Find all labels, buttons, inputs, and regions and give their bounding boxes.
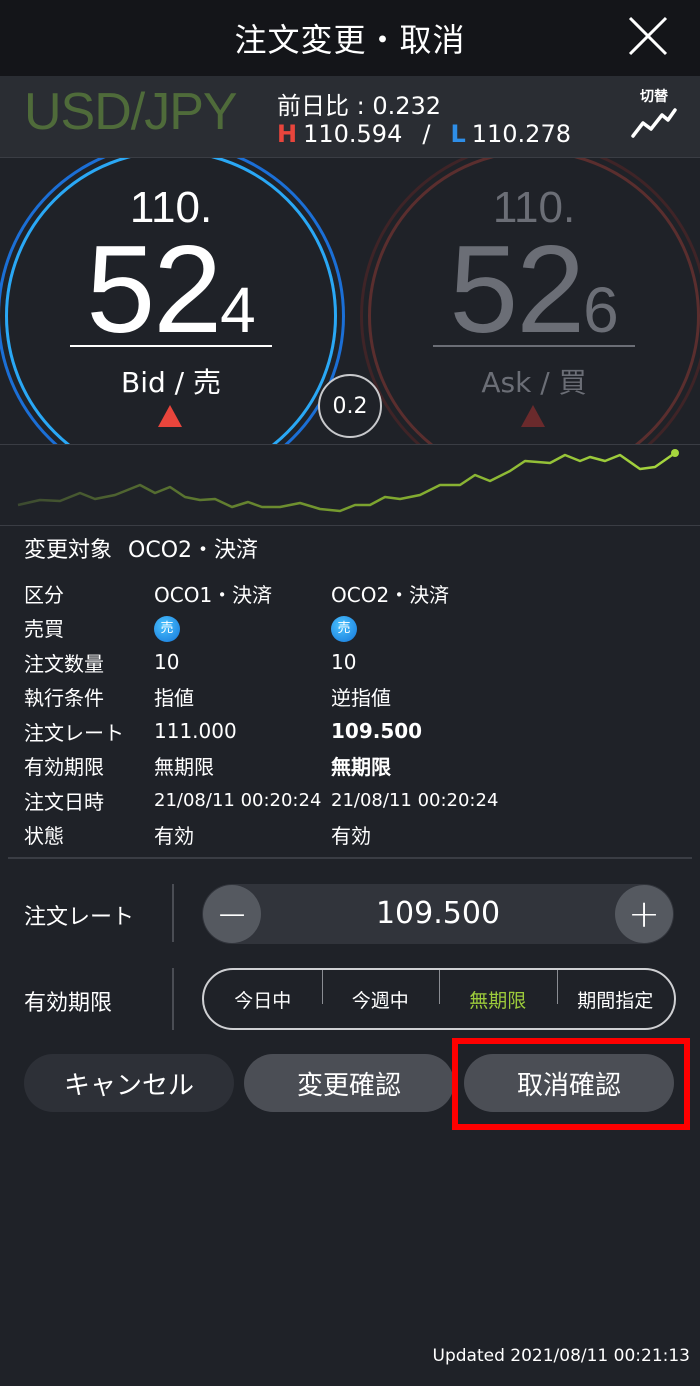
rate-increment-button[interactable]: +: [615, 885, 673, 943]
row-label: 注文レート: [24, 720, 124, 745]
expiry-label: 有効期限: [24, 991, 113, 1016]
row-label: 有効期限: [24, 755, 104, 780]
oco1-value: 指値: [154, 686, 194, 711]
bid-price-big: 52: [86, 221, 222, 359]
ask-buy-button[interactable]: 110. 526 Ask / 買: [368, 158, 700, 444]
change-target-label: 変更対象: [24, 538, 113, 563]
order-details-table: 区分 OCO1・決済 OCO2・決済 売買 売 売 注文数量 10 10 執行条…: [24, 576, 684, 852]
change-confirm-button[interactable]: 変更確認: [244, 1054, 454, 1112]
close-icon[interactable]: [626, 14, 670, 58]
ask-divider: [433, 345, 635, 347]
sell-badge: 売: [331, 616, 357, 643]
table-row: 状態 有効 有効: [24, 818, 684, 853]
oco2-value: 109.500: [331, 719, 423, 744]
oco1-value: 21/08/11 00:20:24: [154, 789, 322, 811]
oco2-value: 有効: [331, 824, 371, 849]
oco1-value: 111.000: [154, 719, 237, 744]
low-value: 110.278: [471, 120, 571, 148]
row-label: 注文数量: [24, 651, 104, 676]
table-row: 区分 OCO1・決済 OCO2・決済: [24, 576, 684, 611]
change-target-value: OCO2・決済: [128, 538, 259, 563]
rate-label: 注文レート: [24, 905, 135, 930]
vertical-divider: [172, 884, 174, 942]
price-summary: USD/JPY 前日比 : 0.232 H 110.594 / L 110.278 切替: [0, 76, 700, 158]
quote-panel: 110. 524 Bid / 売 110. 526 Ask / 買 0.2: [0, 158, 700, 444]
expiry-selector: 今日中 今週中 無期限 期間指定: [202, 968, 676, 1030]
row-label: 状態: [24, 824, 64, 849]
oco2-value: 無期限: [331, 755, 391, 780]
highlight-box: [452, 1038, 690, 1130]
high-label: H: [277, 120, 298, 148]
up-triangle-icon: [158, 405, 182, 427]
rate-value[interactable]: 109.500: [202, 896, 674, 931]
sell-badge: 売: [154, 616, 180, 643]
oco1-value: OCO1・決済: [154, 582, 273, 607]
sparkline-chart: [17, 449, 679, 513]
spread-badge: 0.2: [318, 374, 382, 438]
high-value: 110.594: [303, 120, 403, 148]
switch-label: 切替: [640, 89, 668, 105]
row-label: 売買: [24, 617, 64, 642]
high-low: H 110.594 / L 110.278: [277, 120, 571, 148]
chart-switch-button[interactable]: 切替: [626, 86, 682, 144]
bid-price-main: 524: [8, 219, 334, 361]
ask-price-main: 526: [371, 219, 697, 361]
previous-day-diff: 前日比 : 0.232: [277, 92, 442, 120]
low-label: L: [450, 120, 466, 148]
vertical-divider: [172, 968, 174, 1030]
oco1-value: 有効: [154, 824, 194, 849]
page-title: 注文変更・取消: [234, 21, 466, 59]
currency-pair: USD/JPY: [24, 83, 238, 141]
up-triangle-icon: [521, 405, 545, 427]
header-bar: 注文変更・取消: [0, 0, 700, 76]
oco2-value: OCO2・決済: [331, 582, 450, 607]
row-label: 区分: [24, 582, 64, 607]
bid-label: Bid / 売: [121, 366, 221, 399]
bid-divider: [70, 345, 272, 347]
rate-stepper: − 109.500 +: [202, 884, 674, 944]
oco2-value: 10: [331, 650, 357, 675]
row-label: 執行条件: [24, 686, 104, 711]
oco1-value: 無期限: [154, 755, 214, 780]
high-low-separator: /: [422, 120, 431, 148]
table-row: 注文日時 21/08/11 00:20:24 21/08/11 00:20:24: [24, 783, 684, 818]
table-row: 売買 売 売: [24, 611, 684, 646]
line-chart-icon: [631, 108, 677, 138]
expiry-option-this-week[interactable]: 今週中: [321, 969, 440, 1013]
row-label: 注文日時: [24, 789, 104, 814]
table-row: 注文数量 10 10: [24, 645, 684, 680]
cancel-button[interactable]: キャンセル: [24, 1054, 234, 1112]
ask-label: Ask / 買: [481, 366, 587, 399]
change-target: 変更対象 OCO2・決済: [24, 532, 274, 564]
price-sparkline: [0, 444, 700, 526]
updated-timestamp: Updated 2021/08/11 00:21:13: [432, 1346, 691, 1366]
expiry-option-today[interactable]: 今日中: [204, 986, 322, 1013]
ask-price-small: 6: [583, 274, 619, 346]
table-row: 注文レート 111.000 109.500: [24, 714, 684, 749]
expiry-option-specify-period[interactable]: 期間指定: [556, 969, 675, 1013]
bid-sell-button[interactable]: 110. 524 Bid / 売: [5, 158, 337, 444]
ask-price-big: 52: [449, 221, 585, 359]
expiry-option-indefinite[interactable]: 無期限: [439, 969, 557, 1013]
table-row: 執行条件 指値 逆指値: [24, 680, 684, 715]
oco1-value: 10: [154, 650, 180, 675]
oco2-value: 21/08/11 00:20:24: [331, 789, 499, 811]
bid-price-small: 4: [220, 274, 256, 346]
oco2-value: 逆指値: [331, 686, 391, 711]
section-divider: [8, 857, 692, 859]
table-row: 有効期限 無期限 無期限: [24, 749, 684, 784]
